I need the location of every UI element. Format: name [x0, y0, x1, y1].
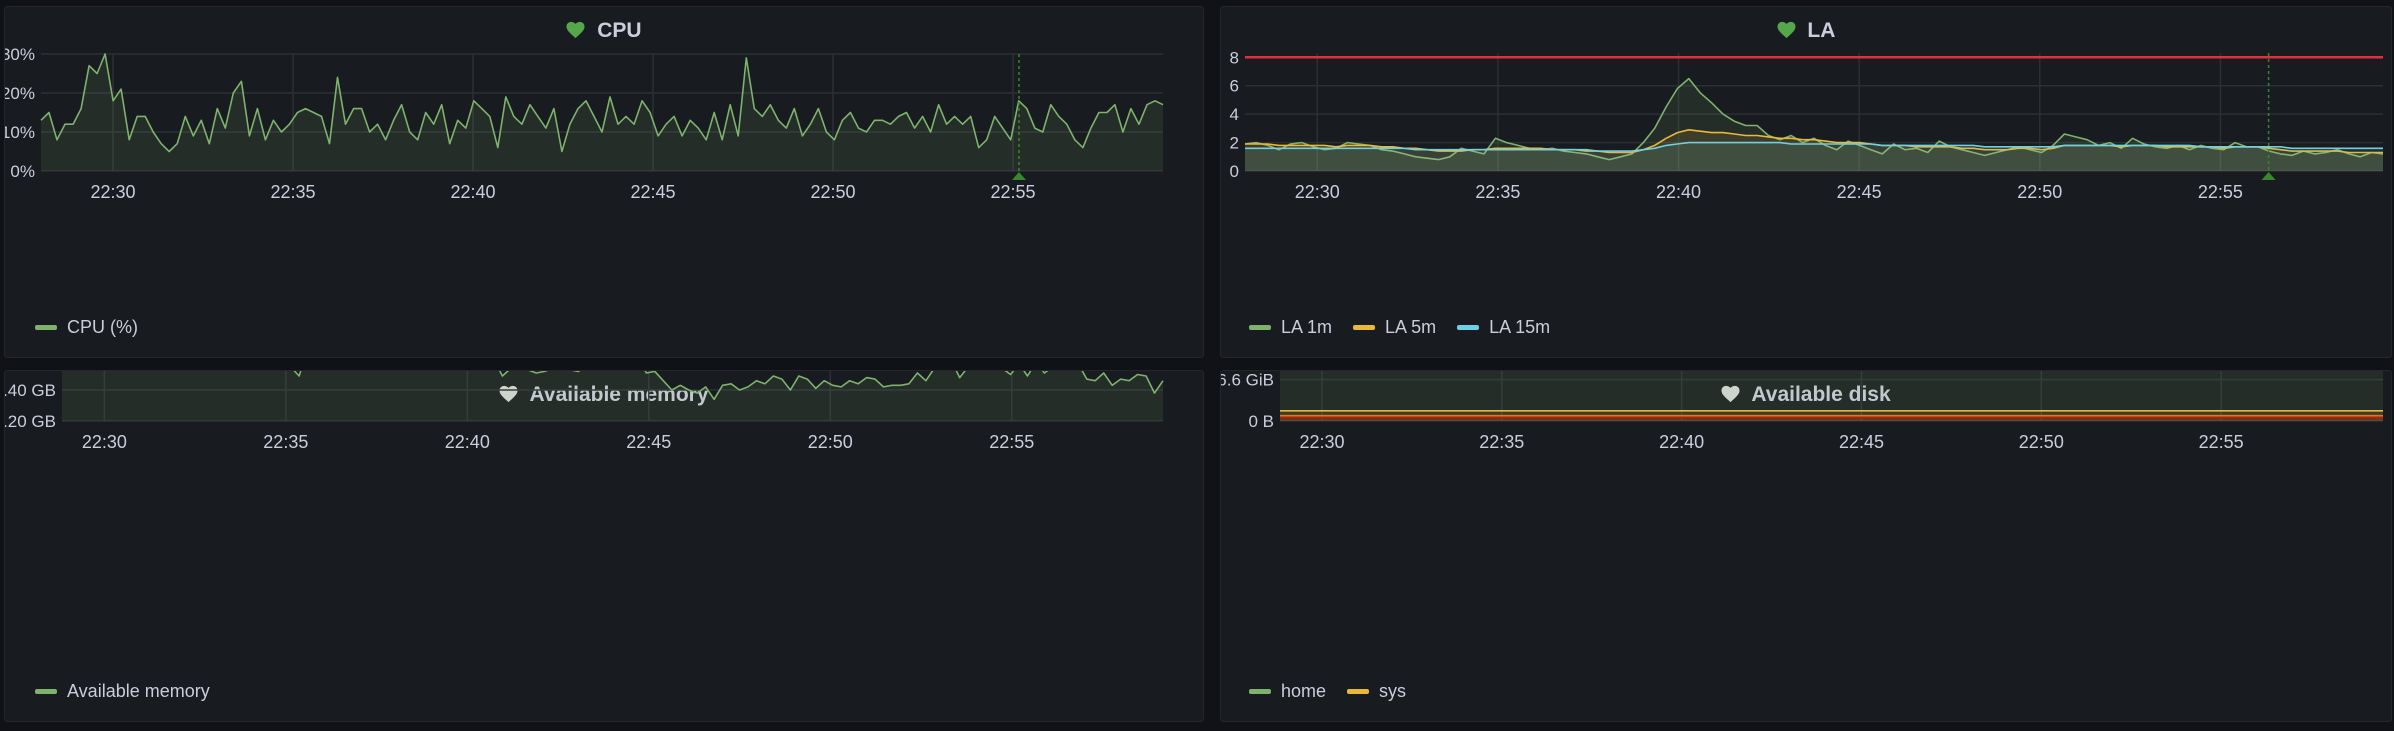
x-tick-label: 22:30	[1295, 182, 1340, 202]
series-area	[62, 371, 1163, 421]
x-tick-label: 22:30	[82, 432, 127, 452]
disk-panel[interactable]: Available disk 0 B46.6 GiB93.1 GiB140 Gi…	[1220, 370, 2392, 722]
legend-label: CPU (%)	[67, 317, 138, 337]
legend-swatch-icon	[1347, 688, 1370, 694]
x-tick-label: 22:35	[1479, 432, 1524, 452]
y-tick-label: 20%	[5, 84, 35, 103]
y-tick-label: 4	[1230, 105, 1239, 124]
legend-swatch-icon	[35, 324, 57, 330]
y-tick-label: 30%	[5, 45, 35, 64]
y-tick-label: 10%	[5, 123, 35, 142]
legend-swatch-icon	[1249, 688, 1271, 694]
y-tick-label: 0 B	[1248, 412, 1274, 431]
cpu-legend: CPU (%)	[35, 317, 154, 338]
y-tick-label: 0	[1230, 162, 1239, 181]
x-tick-label: 22:55	[990, 182, 1035, 202]
legend-item-la-5m[interactable]: LA 5m	[1353, 317, 1436, 338]
y-tick-label: 8	[1230, 48, 1239, 67]
x-tick-label: 22:40	[445, 432, 490, 452]
x-tick-label: 22:55	[2199, 432, 2244, 452]
x-tick-label: 22:45	[1839, 432, 1884, 452]
x-tick-label: 22:35	[1475, 182, 1520, 202]
legend-swatch-icon	[1353, 324, 1376, 330]
x-tick-label: 22:30	[90, 182, 135, 202]
y-tick-label: 6	[1230, 77, 1239, 96]
legend-swatch-icon	[35, 688, 57, 694]
legend-label: LA 5m	[1385, 317, 1437, 337]
cpu-panel[interactable]: CPU 0%10%20%30%22:3022:3522:4022:4522:50…	[4, 6, 1204, 358]
legend-label: sys	[1379, 681, 1407, 701]
legend-swatch-icon	[1457, 324, 1480, 330]
x-tick-label: 22:50	[808, 432, 853, 452]
y-tick-label: 2	[1230, 134, 1239, 153]
disk-legend: home sys	[1249, 681, 1422, 702]
la-chart[interactable]: 0 2 4 6 8 22:30 22:35 22:40 22:45 22:50 22:55	[1221, 7, 2392, 358]
legend-swatch-icon	[1249, 324, 1271, 330]
y-tick-label: 3.40 GB	[5, 381, 56, 400]
y-tick-label: 0%	[10, 162, 35, 181]
legend-label: Available memory	[67, 681, 210, 701]
memory-legend: Available memory	[35, 681, 226, 702]
legend-item-la-15m[interactable]: LA 15m	[1457, 317, 1550, 338]
legend-label: home	[1281, 681, 1327, 701]
x-tick-label: 22:45	[1837, 182, 1882, 202]
x-tick-label: 22:35	[263, 432, 308, 452]
la-legend: LA 1m LA 5m LA 15m	[1249, 317, 1566, 338]
x-tick-label: 22:30	[1299, 432, 1344, 452]
legend-label: LA 1m	[1281, 317, 1333, 337]
cpu-chart[interactable]: 0% 10% 20% 30% 22:30 22:35 22:40 22:45 22:50 22:5…	[5, 7, 1204, 358]
legend-item-sys[interactable]: sys	[1347, 681, 1406, 702]
legend-item-home[interactable]: home	[1249, 681, 1326, 702]
x-tick-label: 22:55	[989, 432, 1034, 452]
la-panel[interactable]: LA 0 2 4 6 8 22:30 22:35 22:40 22:45 22:50 22:55 L…	[1220, 6, 2392, 358]
x-tick-label: 22:50	[810, 182, 855, 202]
x-tick-label: 22:45	[626, 432, 671, 452]
legend-label: LA 15m	[1489, 317, 1551, 337]
legend-item-cpu[interactable]: CPU (%)	[35, 317, 138, 338]
memory-panel[interactable]: Available memory 3.20 GB3.40 GB3.60 GB3.…	[4, 370, 1204, 722]
legend-item-available-memory[interactable]: Available memory	[35, 681, 210, 702]
x-tick-label: 22:50	[2017, 182, 2062, 202]
y-tick-label: 46.6 GiB	[1221, 371, 1274, 390]
x-tick-label: 22:35	[270, 182, 315, 202]
disk-chart[interactable]: 0 B46.6 GiB93.1 GiB140 GiB22:3022:3522:4…	[1221, 371, 2392, 722]
legend-item-la-1m[interactable]: LA 1m	[1249, 317, 1332, 338]
x-tick-label: 22:40	[450, 182, 495, 202]
y-tick-label: 3.20 GB	[5, 412, 56, 431]
x-tick-label: 22:40	[1659, 432, 1704, 452]
series-area	[41, 54, 1163, 171]
annotation-marker-icon	[1012, 172, 1026, 180]
x-tick-label: 22:55	[2198, 182, 2243, 202]
x-tick-label: 22:45	[630, 182, 675, 202]
annotation-marker-icon	[2261, 172, 2276, 180]
x-tick-label: 22:40	[1656, 182, 1701, 202]
x-tick-label: 22:50	[2019, 432, 2064, 452]
memory-chart[interactable]: 3.20 GB3.40 GB3.60 GB3.80 GB4 GB22:3022:…	[5, 371, 1204, 722]
